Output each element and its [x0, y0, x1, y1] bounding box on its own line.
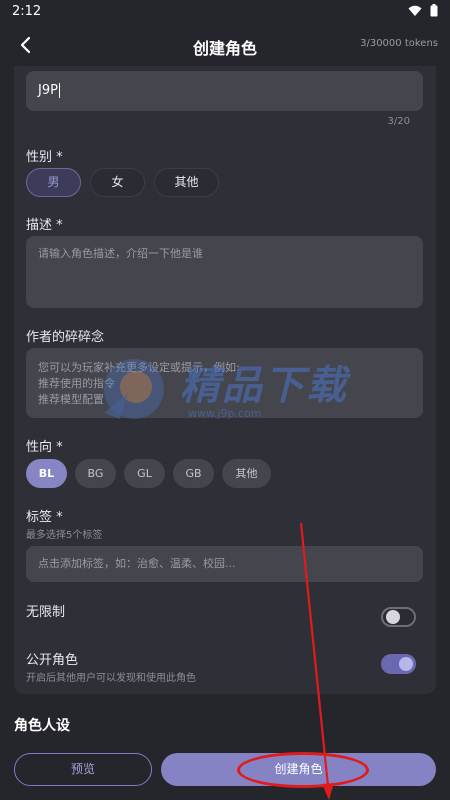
tags-placeholder: 点击添加标签，如：治愈、温柔、校园... — [38, 557, 236, 570]
name-input-value: J9P — [38, 83, 58, 98]
author-notes-placeholder-line: 推荐使用的指令 — [38, 377, 115, 390]
author-notes-placeholder-line: 推荐模型配置 — [38, 393, 104, 406]
persona-section-title: 角色人设 — [14, 718, 70, 734]
name-char-counter: 3/20 — [387, 116, 410, 127]
gender-option-male[interactable]: 男 — [26, 168, 81, 197]
text-caret — [58, 83, 60, 98]
status-bar: 2:12 — [0, 0, 450, 24]
orientation-option-gb[interactable]: GB — [173, 459, 214, 488]
orientation-option-other[interactable]: 其他 — [222, 459, 271, 488]
author-notes-label: 作者的碎碎念 — [26, 330, 105, 345]
toggle-knob — [399, 657, 413, 671]
unrestricted-toggle[interactable] — [381, 607, 416, 627]
description-placeholder: 请输入角色描述，介绍一下他是谁 — [38, 247, 203, 260]
gender-option-female[interactable]: 女 — [90, 168, 145, 197]
author-notes-textarea[interactable]: 您可以为玩家补充更多设定或提示，例如: 推荐使用的指令 推荐模型配置 — [26, 348, 423, 418]
orientation-option-gl[interactable]: GL — [124, 459, 165, 488]
public-role-toggle[interactable] — [381, 654, 416, 674]
tags-label: 标签 * — [26, 510, 63, 525]
gender-label: 性别 * — [26, 150, 63, 165]
author-notes-placeholder-line: 您可以为玩家补充更多设定或提示，例如: — [38, 361, 240, 374]
token-counter: 3/30000 tokens — [360, 38, 438, 49]
name-input[interactable]: J9P — [26, 71, 423, 111]
orientation-label: 性向 * — [26, 440, 63, 455]
toggle-knob — [386, 610, 400, 624]
gender-option-other[interactable]: 其他 — [154, 168, 219, 197]
battery-icon — [430, 4, 438, 17]
preview-button[interactable]: 预览 — [14, 753, 152, 786]
status-time: 2:12 — [12, 4, 42, 19]
orientation-option-bg[interactable]: BG — [75, 459, 116, 488]
tags-hint: 最多选择5个标签 — [26, 530, 103, 541]
public-role-label: 公开角色 — [26, 653, 79, 668]
description-textarea[interactable]: 请输入角色描述，介绍一下他是谁 — [26, 236, 423, 308]
public-role-hint: 开启后其他用户可以发现和使用此角色 — [26, 673, 196, 684]
status-icons — [408, 4, 438, 17]
description-label: 描述 * — [26, 218, 63, 233]
unrestricted-label: 无限制 — [26, 605, 66, 620]
app-header: 创建角色 3/30000 tokens — [0, 24, 450, 66]
create-role-button[interactable]: 创建角色 — [161, 753, 436, 786]
wifi-icon — [408, 5, 422, 16]
orientation-option-bl[interactable]: BL — [26, 459, 67, 488]
tags-input[interactable]: 点击添加标签，如：治愈、温柔、校园... — [26, 546, 423, 582]
